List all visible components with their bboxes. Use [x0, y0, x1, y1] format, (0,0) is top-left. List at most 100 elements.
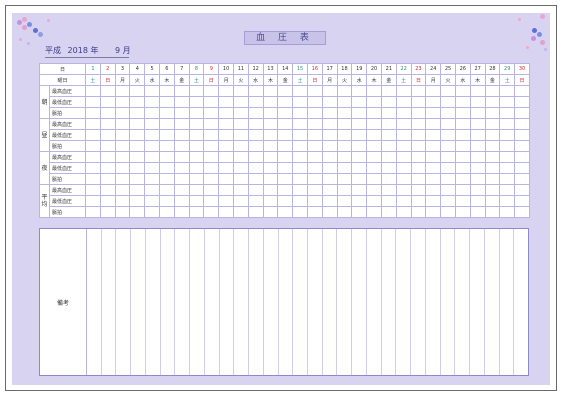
entry-cell[interactable] — [440, 129, 456, 141]
entry-cell[interactable] — [484, 162, 501, 174]
entry-cell[interactable] — [454, 96, 471, 108]
entry-cell[interactable] — [366, 184, 382, 196]
entry-cell[interactable] — [114, 96, 131, 108]
memo-column[interactable] — [87, 229, 102, 375]
entry-cell[interactable] — [306, 85, 323, 97]
entry-cell[interactable] — [173, 85, 190, 97]
entry-cell[interactable] — [351, 129, 368, 141]
entry-cell[interactable] — [454, 173, 471, 185]
memo-column[interactable] — [352, 229, 367, 375]
entry-cell[interactable] — [99, 173, 116, 185]
entry-cell[interactable] — [410, 162, 427, 174]
entry-cell[interactable] — [173, 173, 190, 185]
entry-cell[interactable] — [410, 151, 427, 163]
entry-cell[interactable] — [306, 195, 323, 207]
entry-cell[interactable] — [99, 206, 116, 218]
entry-cell[interactable] — [218, 184, 234, 196]
entry-cell[interactable] — [218, 162, 234, 174]
memo-column[interactable] — [500, 229, 515, 375]
memo-column[interactable] — [396, 229, 412, 375]
entry-cell[interactable] — [144, 206, 160, 218]
entry-cell[interactable] — [425, 173, 442, 185]
entry-cell[interactable] — [351, 140, 368, 152]
entry-cell[interactable] — [232, 118, 249, 130]
entry-cell[interactable] — [366, 85, 382, 97]
entry-cell[interactable] — [366, 129, 382, 141]
entry-cell[interactable] — [336, 162, 353, 174]
entry-cell[interactable] — [440, 85, 456, 97]
entry-cell[interactable] — [336, 173, 353, 185]
entry-cell[interactable] — [129, 151, 146, 163]
entry-cell[interactable] — [336, 206, 353, 218]
entry-cell[interactable] — [469, 184, 486, 196]
entry-cell[interactable] — [114, 173, 131, 185]
entry-cell[interactable] — [321, 173, 338, 185]
entry-cell[interactable] — [262, 162, 279, 174]
entry-cell[interactable] — [514, 173, 530, 185]
entry-cell[interactable] — [514, 107, 530, 119]
memo-column[interactable] — [308, 229, 323, 375]
entry-cell[interactable] — [454, 184, 471, 196]
entry-cell[interactable] — [85, 195, 101, 207]
entry-cell[interactable] — [469, 162, 486, 174]
entry-cell[interactable] — [292, 129, 308, 141]
entry-cell[interactable] — [159, 129, 175, 141]
entry-cell[interactable] — [277, 173, 294, 185]
entry-cell[interactable] — [380, 173, 397, 185]
entry-cell[interactable] — [247, 140, 264, 152]
entry-cell[interactable] — [380, 162, 397, 174]
entry-cell[interactable] — [218, 206, 234, 218]
memo-column[interactable] — [175, 229, 191, 375]
entry-cell[interactable] — [484, 85, 501, 97]
entry-cell[interactable] — [159, 151, 175, 163]
entry-cell[interactable] — [306, 140, 323, 152]
entry-cell[interactable] — [173, 96, 190, 108]
entry-cell[interactable] — [499, 195, 516, 207]
entry-cell[interactable] — [469, 140, 486, 152]
entry-cell[interactable] — [380, 206, 397, 218]
entry-cell[interactable] — [395, 129, 412, 141]
entry-cell[interactable] — [469, 173, 486, 185]
entry-cell[interactable] — [173, 118, 190, 130]
memo-column[interactable] — [514, 229, 528, 375]
entry-cell[interactable] — [484, 195, 501, 207]
entry-cell[interactable] — [366, 195, 382, 207]
memo-column[interactable] — [102, 229, 117, 375]
entry-cell[interactable] — [366, 173, 382, 185]
entry-cell[interactable] — [99, 184, 116, 196]
entry-cell[interactable] — [277, 85, 294, 97]
memo-column[interactable] — [161, 229, 176, 375]
entry-cell[interactable] — [218, 129, 234, 141]
entry-cell[interactable] — [129, 96, 146, 108]
entry-cell[interactable] — [203, 162, 220, 174]
entry-cell[interactable] — [351, 85, 368, 97]
entry-cell[interactable] — [484, 96, 501, 108]
entry-cell[interactable] — [380, 195, 397, 207]
entry-cell[interactable] — [351, 96, 368, 108]
entry-cell[interactable] — [292, 162, 308, 174]
entry-cell[interactable] — [188, 85, 205, 97]
entry-cell[interactable] — [292, 140, 308, 152]
entry-cell[interactable] — [469, 151, 486, 163]
entry-cell[interactable] — [484, 118, 501, 130]
entry-cell[interactable] — [85, 206, 101, 218]
entry-cell[interactable] — [321, 129, 338, 141]
entry-cell[interactable] — [277, 184, 294, 196]
entry-cell[interactable] — [425, 107, 442, 119]
entry-cell[interactable] — [514, 129, 530, 141]
memo-column[interactable] — [205, 229, 220, 375]
entry-cell[interactable] — [336, 96, 353, 108]
entry-cell[interactable] — [395, 162, 412, 174]
entry-cell[interactable] — [514, 206, 530, 218]
entry-cell[interactable] — [484, 206, 501, 218]
entry-cell[interactable] — [499, 118, 516, 130]
entry-cell[interactable] — [262, 129, 279, 141]
entry-cell[interactable] — [440, 195, 456, 207]
entry-cell[interactable] — [454, 140, 471, 152]
entry-cell[interactable] — [484, 140, 501, 152]
entry-cell[interactable] — [336, 140, 353, 152]
entry-cell[interactable] — [321, 107, 338, 119]
entry-cell[interactable] — [395, 173, 412, 185]
entry-cell[interactable] — [395, 151, 412, 163]
entry-cell[interactable] — [425, 184, 442, 196]
